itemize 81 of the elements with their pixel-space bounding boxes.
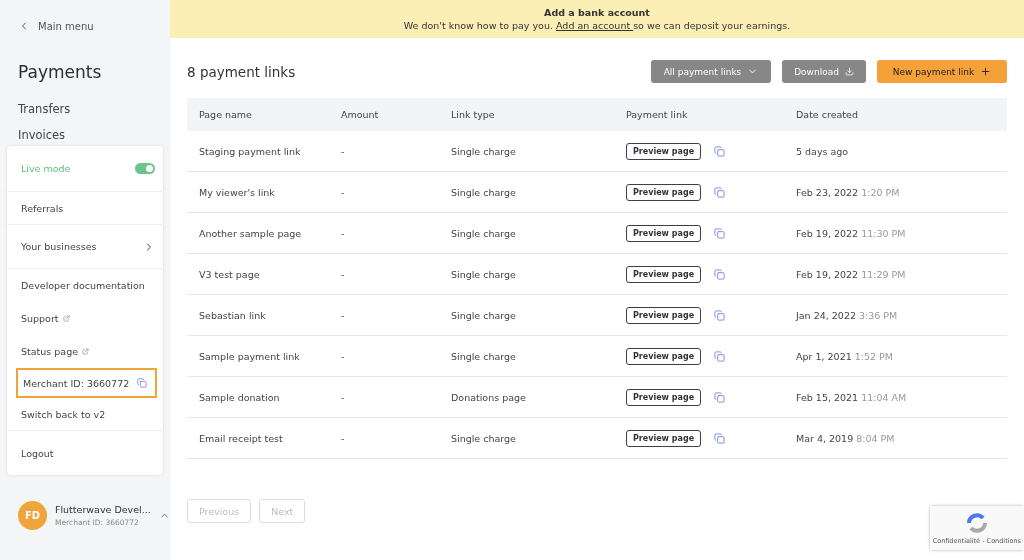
menu-item[interactable]: Support	[7, 302, 163, 335]
column-header: Amount	[341, 109, 380, 120]
table-cell-text: Single charge	[451, 309, 517, 321]
nav-item[interactable]: Invoices	[18, 128, 152, 142]
download-icon	[844, 67, 854, 76]
business-name: Flutterwave Devel...	[55, 504, 151, 515]
copy-icon[interactable]	[714, 391, 726, 403]
avatar: FD	[18, 501, 47, 530]
copy-icon[interactable]	[714, 268, 726, 280]
preview-page-button[interactable]: Preview page	[626, 347, 702, 365]
menu-item[interactable]: Status page	[7, 335, 163, 368]
table-cell-text: Single charge	[451, 145, 517, 157]
table-cell-text: Mar 4, 2019 8:04 PM	[796, 432, 896, 444]
menu-item[interactable]: Switch back to v2	[7, 398, 163, 431]
page-title: 8 payment links	[187, 63, 296, 80]
copy-icon[interactable]	[714, 350, 726, 362]
table-cell-text: -	[341, 145, 346, 157]
table-cell-text: -	[341, 186, 346, 198]
table-cell-text: Apr 1, 2021 1:52 PM	[796, 350, 895, 362]
table-cell-text: -	[341, 432, 346, 444]
menu-item[interactable]: Your businesses	[7, 225, 163, 269]
preview-page-button[interactable]: Preview page	[626, 388, 702, 406]
download-button[interactable]: Download	[782, 60, 866, 83]
column-header: Page name	[199, 109, 253, 120]
plus-icon	[980, 66, 992, 77]
table-cell-text: -	[341, 268, 346, 280]
preview-page-button[interactable]: Preview page	[626, 224, 702, 242]
table-cell-text: Sample payment link	[199, 350, 301, 362]
sidebar-title: Payments	[18, 62, 103, 82]
table-cell-text: Another sample page	[199, 227, 303, 239]
table-cell-text: Jan 24, 2022 3:36 PM	[796, 309, 899, 321]
menu-item[interactable]: Referrals	[7, 192, 163, 225]
preview-page-button[interactable]: Preview page	[626, 429, 702, 447]
menu-item[interactable]: Logout	[7, 431, 163, 475]
banner-text: We don't know how to pay you. Add an account so we can deposit your earnings.	[403, 20, 791, 31]
copy-icon[interactable]	[714, 145, 726, 157]
preview-page-button[interactable]: Preview page	[626, 265, 702, 283]
table-cell-text: V3 test page	[199, 268, 261, 280]
table-cell-text: Single charge	[451, 432, 517, 444]
table-cell-text: Single charge	[451, 350, 517, 362]
table-cell-text: Feb 15, 2021 11:04 AM	[796, 391, 908, 403]
table-cell-text: Staging payment link	[199, 145, 302, 157]
table-cell-text: Single charge	[451, 186, 517, 198]
column-header: Date created	[796, 109, 859, 120]
new-payment-link-button[interactable]: New payment link	[877, 60, 1007, 83]
nav-item[interactable]: Transfers	[18, 102, 152, 116]
column-header: Link type	[451, 109, 496, 120]
table-cell-text: -	[341, 350, 346, 362]
table-cell-text: Feb 19, 2022 11:30 PM	[796, 227, 907, 239]
preview-page-button[interactable]: Preview page	[626, 306, 702, 324]
menu-item[interactable]: Developer documentation	[7, 269, 163, 302]
table-cell-text: Single charge	[451, 268, 517, 280]
filter-dropdown[interactable]: All payment links	[651, 60, 771, 83]
table-cell-text: My viewer's link	[199, 186, 276, 198]
table-cell-text: -	[341, 391, 346, 403]
main-menu-link[interactable]: Main menu	[18, 20, 152, 32]
external-link-icon	[82, 348, 90, 355]
table-cell-text: Donations page	[451, 391, 527, 403]
live-mode-switch[interactable]	[135, 163, 155, 174]
menu-item[interactable]: Merchant ID: 3660772	[16, 368, 157, 398]
table-cell-text: Single charge	[451, 227, 517, 239]
copy-icon[interactable]	[714, 432, 726, 444]
preview-page-button[interactable]: Preview page	[626, 142, 702, 160]
table-cell-text: Email receipt test	[199, 432, 284, 444]
table-cell-text: Sebastian link	[199, 309, 267, 321]
copy-icon[interactable]	[714, 309, 726, 321]
table-cell-text: Sample donation	[199, 391, 281, 403]
table-cell-text: Feb 23, 2022 1:20 PM	[796, 186, 901, 198]
table-cell-text: -	[341, 227, 346, 239]
copy-icon[interactable]	[714, 186, 726, 198]
copy-icon[interactable]	[137, 378, 147, 388]
column-header: Payment link	[626, 109, 689, 120]
table-cell-text: 5 days ago	[796, 145, 850, 157]
recycle-arrows-icon	[964, 511, 989, 535]
banner-title: Add a bank account	[544, 7, 650, 18]
add-account-link[interactable]: Add an account	[556, 20, 634, 31]
table-cell-text: Feb 19, 2022 11:29 PM	[796, 268, 907, 280]
table-cell-text: -	[341, 309, 346, 321]
preview-page-button[interactable]: Preview page	[626, 183, 702, 201]
copy-icon[interactable]	[714, 227, 726, 239]
external-link-icon	[62, 315, 70, 322]
